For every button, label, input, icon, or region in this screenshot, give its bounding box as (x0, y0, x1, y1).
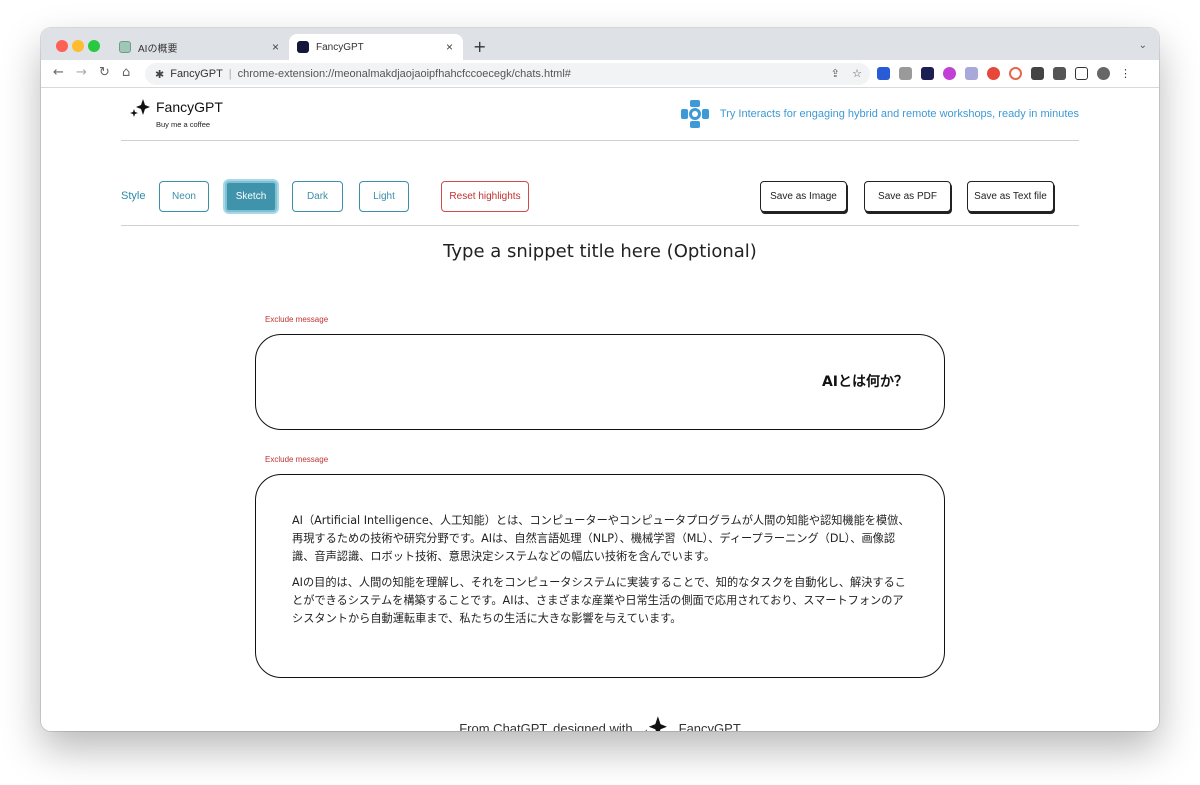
interacts-promo[interactable]: Try Interacts for engaging hybrid and re… (680, 99, 1079, 129)
extension-icon[interactable] (899, 67, 912, 80)
more-menu-icon[interactable]: ⋮ (1119, 67, 1132, 80)
page-content: FancyGPT Buy me a coffee Try Interacts f… (41, 89, 1159, 731)
extension-icon[interactable] (965, 67, 978, 80)
tab-fancygpt[interactable]: FancyGPT × (289, 34, 463, 60)
tab-close-icon[interactable]: × (446, 40, 453, 54)
save-as-text-file-button[interactable]: Save as Text file (967, 181, 1054, 212)
profile-avatar[interactable] (1097, 67, 1110, 80)
exclude-message-toggle[interactable]: Exclude message (265, 455, 328, 464)
toolbar-divider (121, 225, 1079, 226)
save-as-image-button[interactable]: Save as Image (760, 181, 847, 212)
forward-button[interactable]: → (76, 65, 87, 80)
extension-icons: ⋮ (877, 67, 1132, 80)
snippet-title-input[interactable]: Type a snippet title here (Optional) (41, 241, 1159, 262)
style-dark-button[interactable]: Dark (292, 181, 343, 212)
new-tab-button[interactable]: + (473, 37, 486, 56)
interacts-logo-icon (680, 100, 709, 128)
browser-toolbar: ← → ↻ ⌂ ✱ FancyGPT | chrome-extension://… (41, 60, 1159, 88)
style-light-button[interactable]: Light (359, 181, 409, 212)
sparkle-logo-icon (645, 716, 667, 731)
logo-title: FancyGPT (156, 99, 223, 115)
style-neon-button[interactable]: Neon (159, 181, 209, 212)
tab-bar: AIの概要 × FancyGPT × + ⌄ (41, 28, 1159, 60)
reload-button[interactable]: ↻ (99, 65, 110, 80)
style-sketch-button[interactable]: Sketch (225, 181, 277, 212)
buy-me-a-coffee-link[interactable]: Buy me a coffee (156, 120, 210, 129)
tab-title: FancyGPT (316, 41, 364, 53)
back-button[interactable]: ← (53, 65, 64, 80)
extensions-puzzle-icon[interactable] (1053, 67, 1066, 80)
tab-favicon-icon (119, 41, 131, 53)
minimize-window-button[interactable] (72, 40, 84, 52)
save-as-pdf-button[interactable]: Save as PDF (864, 181, 951, 212)
extension-icon[interactable] (1009, 67, 1022, 80)
omnibox-actions: ⇪ ☆ (831, 67, 862, 80)
footer: From ChatGPT, designed with FancyGPT (41, 715, 1159, 731)
home-button[interactable]: ⌂ (122, 65, 130, 80)
close-window-button[interactable] (56, 40, 68, 52)
bookmark-star-icon[interactable]: ☆ (852, 68, 862, 80)
tab-title: AIの概要 (138, 43, 178, 55)
tab-close-icon[interactable]: × (272, 40, 279, 54)
tab-search-icon[interactable]: ⌄ (1139, 40, 1147, 51)
site-name: FancyGPT (170, 68, 223, 80)
assistant-message-bubble: AI（Artificial Intelligence、人工知能）とは、コンピュー… (255, 474, 945, 678)
exclude-message-toggle[interactable]: Exclude message (265, 315, 328, 324)
extension-icon[interactable] (921, 67, 934, 80)
style-label: Style (121, 190, 146, 202)
user-message-text: AIとは何か？ (821, 374, 908, 390)
reset-highlights-button[interactable]: Reset highlights (441, 181, 529, 212)
footer-brand-link[interactable]: FancyGPT (679, 721, 741, 732)
tab-ai-overview[interactable]: AIの概要 × (111, 34, 289, 60)
header-divider (121, 140, 1079, 141)
share-icon[interactable]: ⇪ (831, 68, 840, 80)
omnibox-separator: | (228, 68, 232, 80)
assistant-paragraph: AI（Artificial Intelligence、人工知能）とは、コンピュー… (292, 514, 910, 563)
extension-icon[interactable] (877, 67, 890, 80)
extension-icon[interactable] (943, 67, 956, 80)
assistant-paragraph: AIの目的は、人間の知能を理解し、それをコンピュータシステムに実装することで、知… (292, 576, 906, 625)
url-text[interactable]: chrome-extension://meonalmakdjaojaoipfha… (238, 68, 571, 80)
tab-favicon-icon (297, 41, 309, 53)
user-message-bubble: AIとは何か？ (255, 334, 945, 430)
footer-prefix: From ChatGPT, designed with (459, 720, 633, 732)
desktop: AIの概要 × FancyGPT × + ⌄ ← → ↻ ⌂ ✱ FancyGP… (0, 0, 1200, 785)
extension-icon[interactable] (987, 67, 1000, 80)
extension-icon[interactable] (1031, 67, 1044, 80)
assistant-message-text: AI（Artificial Intelligence、人工知能）とは、コンピュー… (292, 512, 912, 628)
side-panel-icon[interactable] (1075, 67, 1088, 80)
promo-text: Try Interacts for engaging hybrid and re… (719, 108, 1079, 120)
sparkle-logo-icon (130, 99, 150, 117)
zoom-window-button[interactable] (88, 40, 100, 52)
browser-window: AIの概要 × FancyGPT × + ⌄ ← → ↻ ⌂ ✱ FancyGP… (41, 28, 1159, 731)
extension-puzzle-icon: ✱ (155, 68, 165, 81)
address-bar[interactable]: ✱ FancyGPT | chrome-extension://meonalma… (145, 63, 870, 85)
